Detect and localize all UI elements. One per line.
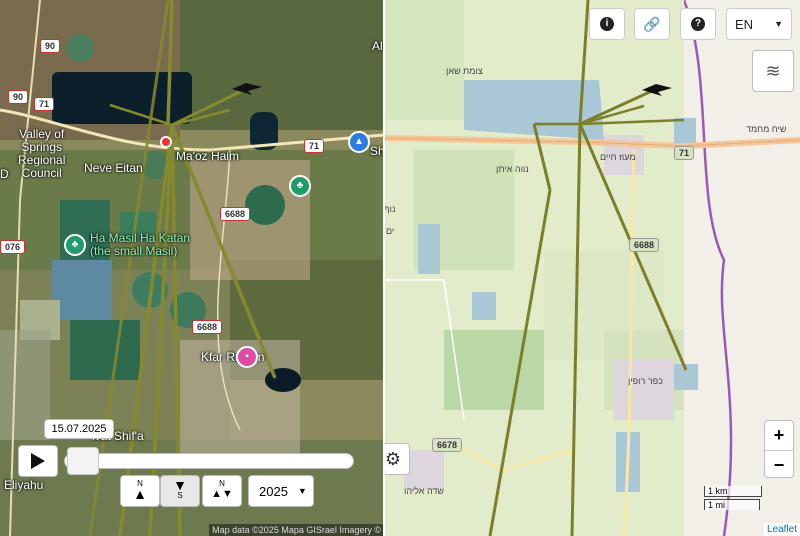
settings-button[interactable]: ⚙ (384, 443, 410, 475)
road-shield: 6688 (192, 320, 223, 334)
satellite-map[interactable]: Neve Eitan Ma'oz Haim Valley of Springs … (0, 0, 384, 536)
date-label: 15.07.2025 (51, 423, 107, 435)
link-icon: 🔗 (643, 15, 661, 32)
place-label: נווה איתן (496, 164, 529, 174)
map-divider[interactable] (383, 0, 385, 536)
layers-button[interactable]: ≋ (752, 50, 794, 92)
place-label: Al (372, 39, 383, 53)
link-button[interactable]: 🔗 (634, 8, 670, 40)
bird-icon (232, 83, 262, 95)
street-map-base (384, 0, 800, 536)
transit-pin-icon[interactable]: ▲ (348, 131, 370, 153)
south-arrow-icon: ▼ (173, 477, 187, 493)
scale-km: 1 km (704, 486, 762, 497)
date-tooltip: 15.07.2025 (44, 419, 114, 439)
place-label: שיח מחמד (746, 124, 787, 134)
bird-icon (642, 84, 672, 96)
help-icon: ? (691, 17, 705, 31)
language-select[interactable]: EN ▼ (726, 8, 792, 40)
place-label: Neve Eitan (84, 161, 143, 175)
place-label: Shl (370, 144, 384, 158)
compass-south-button[interactable]: ▼ S (160, 475, 200, 507)
slider-handle[interactable] (67, 447, 99, 475)
place-label: Eliyahu (4, 478, 44, 492)
street-map[interactable]: צומת שאן נווה איתן מעוז חיים כפר רופין ש… (384, 0, 800, 536)
info-button[interactable]: i (589, 8, 625, 40)
chevron-down-icon: ▼ (774, 19, 783, 29)
road-shield: 71 (674, 146, 695, 160)
timeline-slider[interactable] (64, 447, 354, 475)
road-shield: 90 (40, 39, 61, 53)
compass-both-button[interactable]: N ▲▼ (202, 475, 242, 507)
year-select[interactable]: 2025 ▼ (248, 475, 314, 507)
road-shield: 90 (8, 90, 29, 104)
road-shield: 71 (304, 139, 325, 153)
place-label: צומת שאן (446, 66, 483, 76)
help-button[interactable]: ? (680, 8, 716, 40)
hotel-pin-icon[interactable]: ▪ (236, 346, 258, 368)
layers-icon: ≋ (765, 60, 781, 81)
zoom-control: + − (764, 420, 794, 478)
place-label: D (0, 167, 9, 181)
road-shield: 71 (34, 97, 55, 111)
place-label: ים (386, 226, 395, 236)
road-shield: 6678 (432, 438, 463, 452)
park-pin-icon[interactable]: ♣ (289, 175, 311, 197)
zoom-out-button[interactable]: − (765, 451, 793, 479)
info-icon: i (600, 17, 614, 31)
park-pin-icon[interactable]: ♣ (64, 234, 86, 256)
place-label: Ha Masil Ha Katan (the small Masil) (90, 231, 191, 258)
place-label: כפר רופין (628, 376, 663, 386)
play-icon (31, 453, 45, 469)
scale-bar: 1 km 1 mi (704, 486, 762, 510)
place-label: Ma'oz Haim (176, 149, 239, 163)
place-label: נוף (384, 204, 396, 214)
place-label: שדה אליהו (404, 486, 444, 496)
attribution: Map data ©2025 Mapa GISrael Imagery © (209, 524, 384, 536)
scale-mi: 1 mi (704, 499, 760, 510)
road-shield: 6688 (629, 238, 660, 252)
compass-north-button[interactable]: N ▲ (120, 475, 160, 507)
play-button[interactable] (18, 445, 58, 477)
north-south-arrows-icon: ▲▼ (211, 488, 233, 500)
road-shield: 076 (0, 240, 26, 254)
marker-pin-icon[interactable] (160, 136, 172, 148)
leaflet-attribution[interactable]: Leaflet (763, 523, 800, 536)
road-shield: 6688 (220, 207, 251, 221)
chevron-down-icon: ▼ (297, 486, 307, 496)
zoom-in-button[interactable]: + (765, 421, 793, 451)
north-arrow-icon: ▲ (133, 486, 147, 502)
place-label: מעוז חיים (600, 152, 636, 162)
gear-icon: ⚙ (384, 448, 402, 469)
place-label: Valley of Springs Regional Council (18, 127, 66, 180)
